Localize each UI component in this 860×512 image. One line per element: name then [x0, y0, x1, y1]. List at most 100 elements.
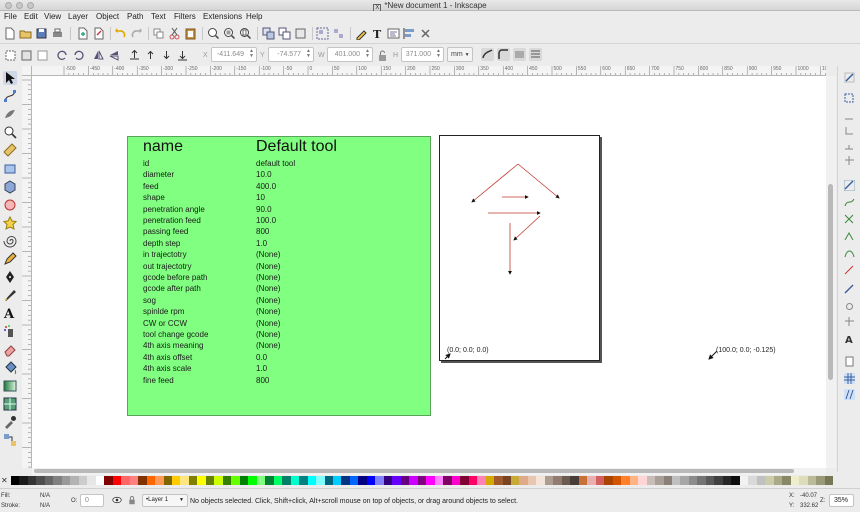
menu-text[interactable]: Text	[151, 12, 166, 22]
snap-bbox-edge-icon[interactable]	[844, 110, 855, 121]
star-tool-icon[interactable]	[3, 216, 17, 230]
new-document-icon[interactable]	[3, 27, 16, 40]
node-tool-icon[interactable]	[3, 89, 17, 103]
tweak-tool-icon[interactable]	[3, 107, 17, 121]
snap-intersections-icon[interactable]	[844, 214, 855, 225]
pen-tool-icon[interactable]	[3, 270, 17, 284]
zoom-field[interactable]: 35%	[829, 494, 854, 507]
unit-select[interactable]: mm ▼	[447, 47, 473, 62]
eraser-tool-icon[interactable]	[3, 343, 17, 357]
measure-tool-icon[interactable]	[3, 143, 17, 157]
snap-centers-icon[interactable]	[844, 301, 855, 312]
snap-paths-icon[interactable]	[844, 197, 855, 208]
menu-view[interactable]: View	[44, 12, 61, 22]
snap-bbox-icon[interactable]	[844, 93, 855, 104]
layer-select[interactable]: •Layer 1 ▼	[142, 494, 188, 507]
tool-parameters-card[interactable]: name Default tool id default tool diameter…	[127, 136, 431, 416]
connector-tool-icon[interactable]	[3, 433, 17, 447]
vertical-scrollbar[interactable]	[826, 76, 836, 468]
undo-icon[interactable]	[114, 27, 127, 40]
redo-icon[interactable]	[130, 27, 143, 40]
horizontal-ruler[interactable]: -500 -450 -400 -350 -300 -250 -200 -150 -100 -50 0…	[32, 66, 826, 76]
scale-corners-icon[interactable]	[497, 48, 510, 61]
zoom-selection-icon[interactable]	[207, 27, 220, 40]
fill-value[interactable]: N/A	[40, 492, 50, 500]
group-icon[interactable]	[316, 27, 329, 40]
menu-edit[interactable]: Edit	[24, 12, 38, 22]
xml-editor-icon[interactable]	[387, 27, 400, 40]
y-field[interactable]: -74.577 ▲ ▼	[268, 47, 314, 62]
preferences-icon[interactable]	[419, 27, 432, 40]
height-spinner-icon[interactable]: ▲ ▼	[436, 49, 441, 59]
eye-visibility-icon[interactable]	[112, 495, 122, 505]
select-original-icon[interactable]	[294, 27, 307, 40]
spiral-tool-icon[interactable]	[3, 234, 17, 248]
flip-horizontal-icon[interactable]	[92, 49, 105, 62]
unlink-clone-icon[interactable]	[278, 27, 291, 40]
opacity-field[interactable]: 0	[80, 494, 104, 507]
fill-stroke-icon[interactable]	[355, 27, 368, 40]
zoom-page-icon[interactable]	[239, 27, 252, 40]
snap-bbox-midpoint-icon[interactable]	[844, 140, 855, 151]
horizontal-scrollbar[interactable]	[32, 468, 826, 475]
no-paint-swatch[interactable]: ✕	[1, 475, 9, 486]
menu-filters[interactable]: Filters	[174, 12, 196, 22]
vertical-scroll-thumb[interactable]	[828, 184, 833, 380]
clone-icon[interactable]	[262, 27, 275, 40]
menu-help[interactable]: Help	[246, 12, 262, 22]
lock-icon[interactable]	[127, 495, 137, 505]
zoom-tool-icon[interactable]	[3, 125, 17, 139]
spray-tool-icon[interactable]	[3, 324, 17, 338]
print-icon[interactable]	[51, 27, 64, 40]
snap-smooth-nodes-icon[interactable]	[844, 248, 855, 259]
height-field[interactable]: 371.000 ▲ ▼	[401, 47, 444, 62]
snap-page-border-icon[interactable]	[844, 356, 855, 367]
lock-proportions-icon[interactable]	[376, 49, 389, 62]
cut-icon[interactable]	[168, 27, 181, 40]
menu-object[interactable]: Object	[96, 12, 119, 22]
save-icon[interactable]	[35, 27, 48, 40]
palette-swatch[interactable]	[824, 476, 834, 485]
pencil-tool-icon[interactable]	[3, 252, 17, 266]
snap-line-midpoints-icon[interactable]	[844, 265, 855, 276]
ellipse-tool-icon[interactable]	[3, 198, 17, 212]
gradient-tool-icon[interactable]	[3, 379, 17, 393]
duplicate-icon[interactable]	[152, 27, 165, 40]
rotate-cw-icon[interactable]	[72, 49, 85, 62]
drawing-canvas[interactable]: name Default tool id default tool diameter…	[32, 76, 826, 468]
snap-enable-icon[interactable]	[844, 72, 855, 83]
lower-icon[interactable]	[160, 49, 173, 62]
menu-file[interactable]: File	[4, 12, 17, 22]
paint-bucket-tool-icon[interactable]	[3, 361, 17, 375]
snap-rotation-center-icon[interactable]	[844, 316, 855, 327]
flip-vertical-icon[interactable]	[108, 49, 121, 62]
paste-icon[interactable]	[184, 27, 197, 40]
mesh-tool-icon[interactable]	[3, 397, 17, 411]
transform-patterns-icon[interactable]	[529, 48, 542, 61]
raise-to-top-icon[interactable]	[128, 49, 141, 62]
horizontal-scroll-thumb[interactable]	[34, 469, 794, 473]
menu-layer[interactable]: Layer	[68, 12, 88, 22]
deselect-icon[interactable]	[36, 49, 49, 62]
snap-others-icon[interactable]	[844, 284, 855, 295]
select-all-icon[interactable]	[4, 49, 17, 62]
snap-guides-icon[interactable]	[844, 389, 855, 400]
selector-tool-icon[interactable]	[3, 71, 17, 85]
snap-grid-icon[interactable]	[844, 373, 855, 384]
snap-bbox-center-icon[interactable]	[844, 155, 855, 166]
3d-box-tool-icon[interactable]	[3, 180, 17, 194]
width-field[interactable]: 401.000 ▲ ▼	[327, 47, 373, 62]
transform-gradients-icon[interactable]	[513, 48, 526, 61]
lower-to-bottom-icon[interactable]	[176, 49, 189, 62]
export-icon[interactable]	[92, 27, 105, 40]
menu-path[interactable]: Path	[127, 12, 143, 22]
stroke-value[interactable]: N/A	[40, 502, 50, 510]
text-font-icon[interactable]: T	[371, 27, 384, 40]
import-icon[interactable]	[76, 27, 89, 40]
x-field[interactable]: -411.649 ▲ ▼	[211, 47, 257, 62]
scale-stroke-icon[interactable]	[481, 48, 494, 61]
vertical-ruler[interactable]	[22, 76, 32, 468]
ungroup-icon[interactable]	[332, 27, 345, 40]
toolpath-preview-page[interactable]: (0.0; 0.0; 0.0)	[439, 135, 600, 361]
open-document-icon[interactable]	[19, 27, 32, 40]
